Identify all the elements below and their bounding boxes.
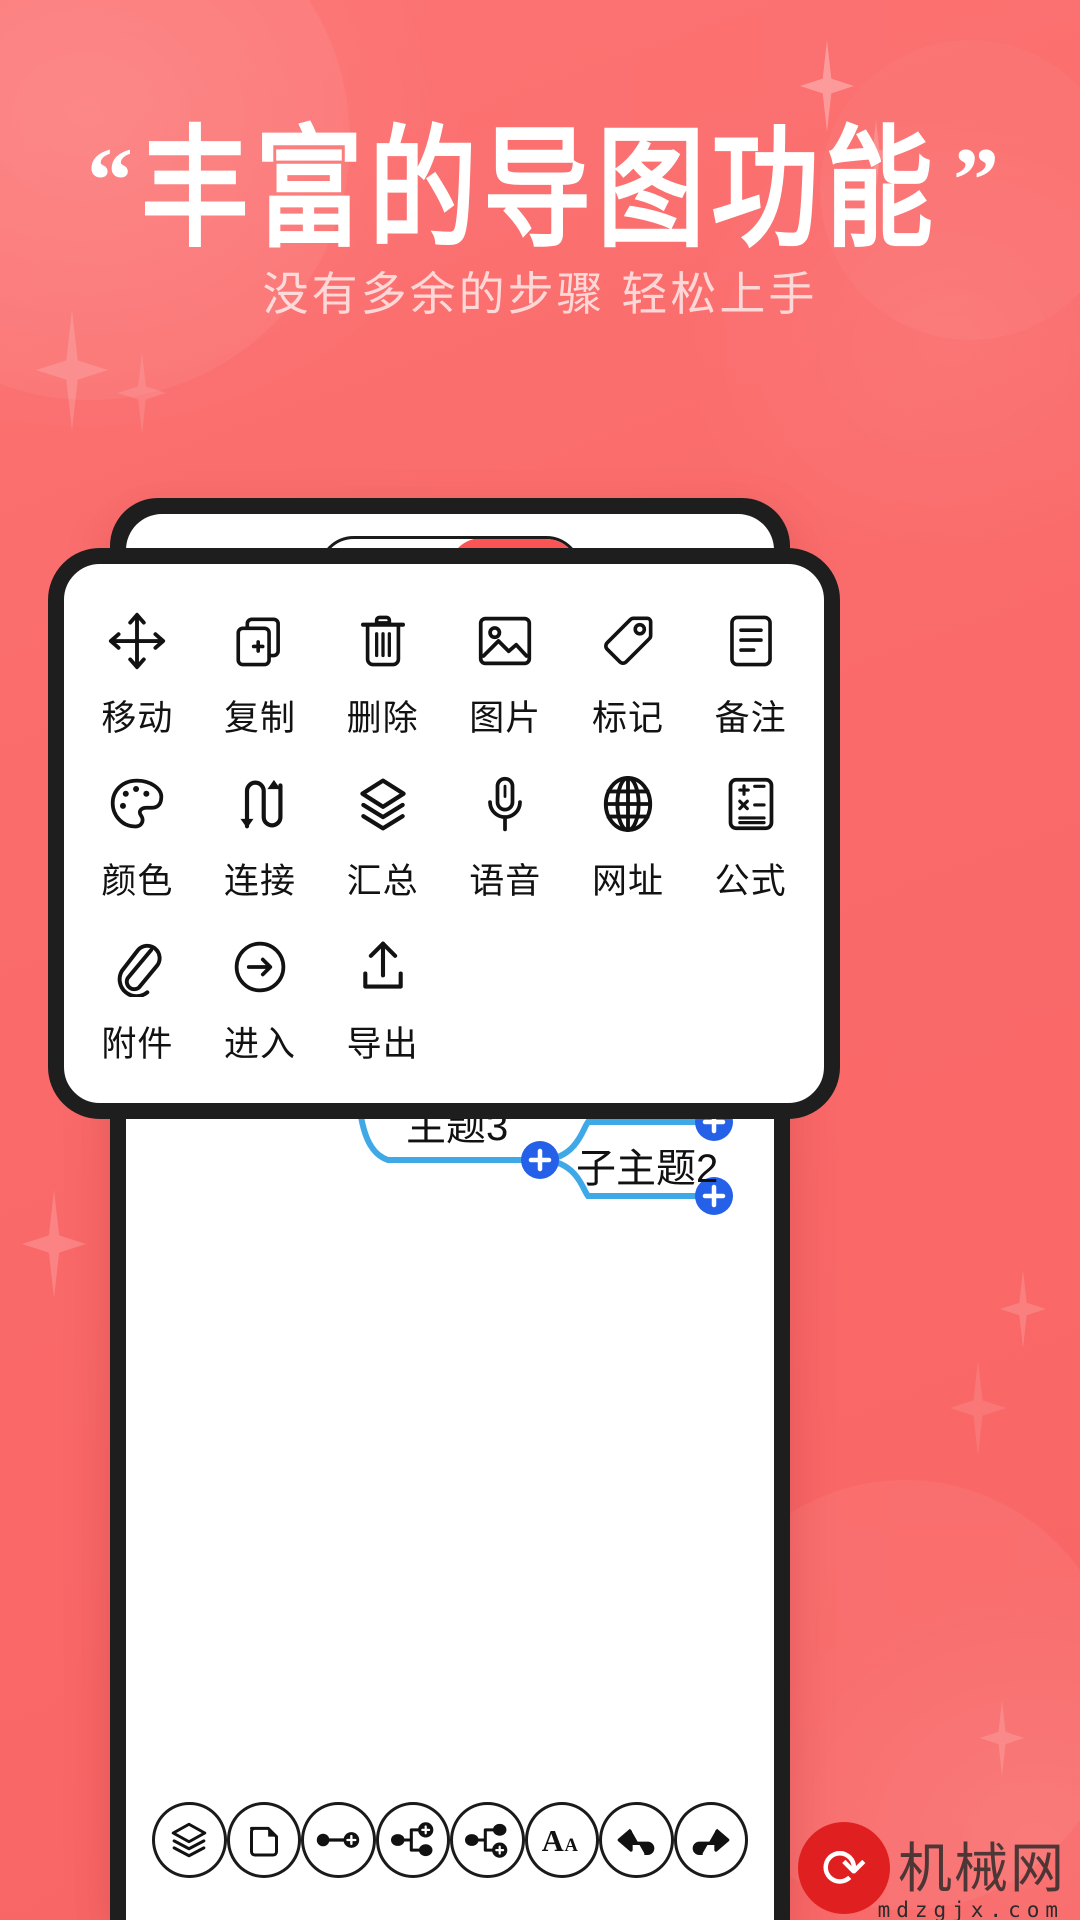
function-item-connect[interactable]: 连接 [199, 751, 322, 914]
function-item-export[interactable]: 导出 [321, 914, 444, 1077]
function-item-label: 进入 [223, 1025, 296, 1064]
function-item-label: 复制 [223, 699, 296, 738]
function-item-voice[interactable]: 语音 [444, 751, 567, 914]
toolbar-redo-button[interactable] [673, 1802, 748, 1878]
sparkle-icon [1000, 1270, 1046, 1348]
function-item-label: 移动 [101, 699, 174, 738]
add-subnode-icon [465, 1823, 508, 1858]
function-row: 附件 进入 导出 [76, 914, 812, 1077]
page-subtitle: 没有多余的步骤 轻松上手 [262, 268, 818, 320]
image-icon [475, 604, 535, 678]
open-quote-mark: “ [86, 129, 133, 231]
layers-icon [353, 767, 413, 841]
globe-icon [600, 767, 656, 841]
function-item-move[interactable]: 移动 [76, 588, 199, 751]
function-item-formula[interactable]: 公式 [689, 751, 812, 914]
toolbar-add-node-button[interactable] [301, 1802, 376, 1878]
copy-icon [231, 604, 289, 678]
redo-icon [692, 1828, 730, 1855]
function-item-empty [444, 914, 567, 1077]
sparkle-icon [22, 1190, 86, 1298]
toolbar-add-subnode-button[interactable] [450, 1802, 525, 1878]
toolbar-add-child-button[interactable] [375, 1802, 450, 1878]
function-item-label: 语音 [469, 862, 542, 901]
function-row: 颜色 连接 汇总 语音 网址 公式 [76, 751, 812, 914]
svg-text:A: A [564, 1835, 578, 1856]
function-item-label: 图片 [469, 699, 542, 738]
function-item-label: 汇总 [346, 862, 419, 901]
bottom-toolbar: A A [126, 1802, 774, 1878]
function-item-delete[interactable]: 删除 [321, 588, 444, 751]
connect-arrows-icon [234, 767, 286, 841]
page-title: 丰富的导图功能 [140, 113, 939, 267]
function-row: 移动 复制 删除 图片 标记 备注 [76, 588, 812, 751]
function-item-tag[interactable]: 标记 [567, 588, 690, 751]
paperclip-icon [111, 930, 163, 1004]
function-item-label: 删除 [346, 699, 419, 738]
function-item-label: 公式 [714, 862, 787, 901]
add-sibling-icon [317, 1832, 360, 1848]
function-item-label: 颜色 [101, 862, 174, 901]
toolbar-font-button[interactable]: A A [524, 1802, 599, 1878]
move-icon [106, 604, 168, 678]
function-item-url[interactable]: 网址 [567, 751, 690, 914]
file-icon [249, 1826, 278, 1857]
add-child-icon [390, 1822, 434, 1857]
function-item-note[interactable]: 备注 [689, 588, 812, 751]
arrow-right-circle-icon [231, 930, 289, 1004]
add-node-button[interactable] [521, 1141, 559, 1179]
toolbar-undo-button[interactable] [599, 1802, 674, 1878]
function-item-label: 连接 [223, 862, 296, 901]
upload-icon [356, 930, 410, 1004]
function-item-empty [567, 914, 690, 1077]
function-item-label: 标记 [591, 699, 664, 738]
function-item-empty [689, 914, 812, 1077]
trash-icon [355, 604, 411, 678]
function-item-color[interactable]: 颜色 [76, 751, 199, 914]
font-size-icon: A A [541, 1824, 578, 1858]
function-item-summary[interactable]: 汇总 [321, 751, 444, 914]
mindmap-node[interactable]: 子主题2 [576, 1136, 718, 1194]
note-icon [724, 604, 778, 678]
function-item-label: 备注 [714, 699, 787, 738]
layers-stack-icon [172, 1822, 207, 1858]
function-item-label: 附件 [101, 1025, 174, 1064]
formula-icon [724, 767, 778, 841]
watermark-url: mdzgjx.com [877, 1898, 1064, 1920]
function-panel: 移动 复制 删除 图片 标记 备注 颜色 连接 汇总 语音 网址 公式 附件 进… [48, 548, 840, 1119]
function-item-enter[interactable]: 进入 [199, 914, 322, 1077]
toolbar-layers-button[interactable] [152, 1802, 227, 1878]
toolbar-file-button[interactable] [226, 1802, 301, 1878]
function-item-image[interactable]: 图片 [444, 588, 567, 751]
function-item-attachment[interactable]: 附件 [76, 914, 199, 1077]
sparkle-icon [950, 1360, 1006, 1456]
close-quote-mark: ” [953, 129, 999, 231]
undo-icon [617, 1828, 655, 1855]
palette-icon [107, 767, 167, 841]
svg-text:A: A [541, 1824, 563, 1858]
function-item-label: 网址 [591, 862, 664, 901]
function-item-label: 导出 [346, 1025, 419, 1064]
microphone-icon [481, 767, 529, 841]
function-item-copy[interactable]: 复制 [199, 588, 322, 751]
hero-title-row: “ 丰富的导图功能 ” [0, 119, 1080, 261]
tag-icon [599, 604, 657, 678]
